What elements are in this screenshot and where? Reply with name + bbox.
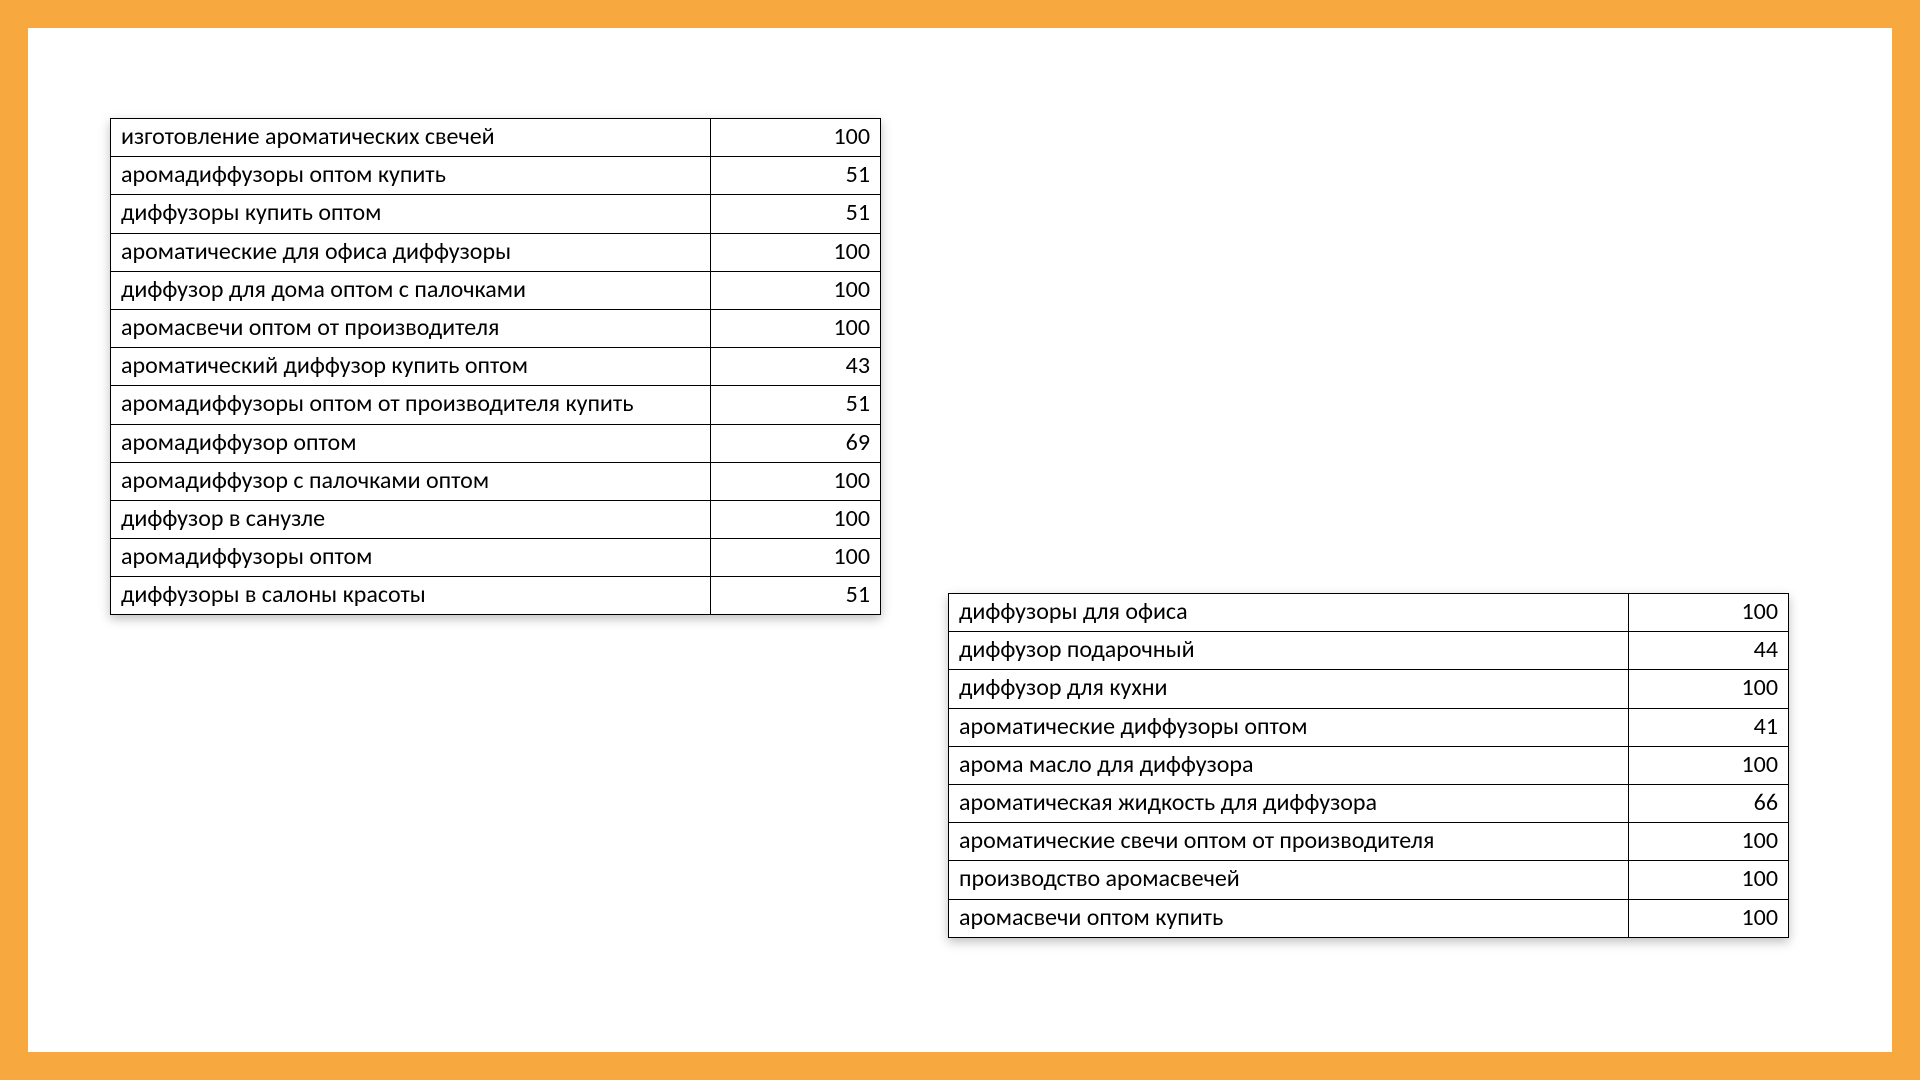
table-body: диффузоры для офиса100диффузор подарочны… bbox=[949, 594, 1789, 938]
value-cell: 51 bbox=[711, 157, 881, 195]
keyword-cell: аромасвечи оптом от производителя bbox=[111, 309, 711, 347]
value-cell: 100 bbox=[1629, 746, 1789, 784]
table-row: производство аромасвечей100 bbox=[949, 861, 1789, 899]
keyword-table-left: изготовление ароматических свечей100аром… bbox=[110, 118, 881, 615]
table-row: аромадиффузоры оптом100 bbox=[111, 539, 881, 577]
table-row: аромадиффузор с палочками оптом100 bbox=[111, 462, 881, 500]
keyword-cell: аромасвечи оптом купить bbox=[949, 899, 1629, 937]
table-row: ароматическая жидкость для диффузора66 bbox=[949, 784, 1789, 822]
table-row: аромадиффузор оптом69 bbox=[111, 424, 881, 462]
table-row: диффузор в санузле100 bbox=[111, 500, 881, 538]
slide-frame: изготовление ароматических свечей100аром… bbox=[0, 0, 1920, 1080]
keyword-cell: диффузор в санузле bbox=[111, 500, 711, 538]
value-cell: 100 bbox=[711, 500, 881, 538]
value-cell: 43 bbox=[711, 348, 881, 386]
value-cell: 51 bbox=[711, 577, 881, 615]
keyword-table-right: диффузоры для офиса100диффузор подарочны… bbox=[948, 593, 1789, 938]
table-body: изготовление ароматических свечей100аром… bbox=[111, 119, 881, 615]
value-cell: 100 bbox=[1629, 899, 1789, 937]
keyword-cell: аромадиффузор оптом bbox=[111, 424, 711, 462]
keyword-cell: диффузор для дома оптом с палочками bbox=[111, 271, 711, 309]
table-row: аромасвечи оптом от производителя100 bbox=[111, 309, 881, 347]
table-row: диффузор для дома оптом с палочками100 bbox=[111, 271, 881, 309]
table-row: аромадиффузоры оптом купить51 bbox=[111, 157, 881, 195]
keyword-cell: ароматический диффузор купить оптом bbox=[111, 348, 711, 386]
value-cell: 100 bbox=[711, 309, 881, 347]
keyword-cell: диффузоры для офиса bbox=[949, 594, 1629, 632]
value-cell: 100 bbox=[711, 119, 881, 157]
value-cell: 100 bbox=[711, 462, 881, 500]
value-cell: 44 bbox=[1629, 632, 1789, 670]
value-cell: 100 bbox=[1629, 594, 1789, 632]
keyword-cell: аромадиффузоры оптом купить bbox=[111, 157, 711, 195]
keyword-cell: аромадиффузоры оптом от производителя ку… bbox=[111, 386, 711, 424]
value-cell: 100 bbox=[711, 271, 881, 309]
keyword-cell: ароматические для офиса диффузоры bbox=[111, 233, 711, 271]
keyword-cell: диффузор подарочный bbox=[949, 632, 1629, 670]
table-row: изготовление ароматических свечей100 bbox=[111, 119, 881, 157]
keyword-cell: ароматические диффузоры оптом bbox=[949, 708, 1629, 746]
value-cell: 51 bbox=[711, 386, 881, 424]
value-cell: 100 bbox=[1629, 670, 1789, 708]
value-cell: 66 bbox=[1629, 784, 1789, 822]
value-cell: 100 bbox=[1629, 823, 1789, 861]
table-row: ароматические для офиса диффузоры100 bbox=[111, 233, 881, 271]
keyword-cell: аромадиффузоры оптом bbox=[111, 539, 711, 577]
table-row: арома масло для диффузора100 bbox=[949, 746, 1789, 784]
table-row: диффузоры для офиса100 bbox=[949, 594, 1789, 632]
table-row: аромадиффузоры оптом от производителя ку… bbox=[111, 386, 881, 424]
value-cell: 69 bbox=[711, 424, 881, 462]
keyword-cell: ароматическая жидкость для диффузора bbox=[949, 784, 1629, 822]
value-cell: 100 bbox=[1629, 861, 1789, 899]
table-row: ароматический диффузор купить оптом43 bbox=[111, 348, 881, 386]
keyword-cell: ароматические свечи оптом от производите… bbox=[949, 823, 1629, 861]
table-row: диффузор подарочный44 bbox=[949, 632, 1789, 670]
keyword-cell: изготовление ароматических свечей bbox=[111, 119, 711, 157]
keyword-cell: диффузоры в салоны красоты bbox=[111, 577, 711, 615]
table-row: ароматические свечи оптом от производите… bbox=[949, 823, 1789, 861]
keyword-cell: аромадиффузор с палочками оптом bbox=[111, 462, 711, 500]
value-cell: 100 bbox=[711, 539, 881, 577]
table-row: диффузоры в салоны красоты51 bbox=[111, 577, 881, 615]
table-row: диффузор для кухни100 bbox=[949, 670, 1789, 708]
keyword-cell: диффузоры купить оптом bbox=[111, 195, 711, 233]
value-cell: 41 bbox=[1629, 708, 1789, 746]
value-cell: 100 bbox=[711, 233, 881, 271]
keyword-cell: арома масло для диффузора bbox=[949, 746, 1629, 784]
value-cell: 51 bbox=[711, 195, 881, 233]
keyword-cell: диффузор для кухни bbox=[949, 670, 1629, 708]
table-row: ароматические диффузоры оптом41 bbox=[949, 708, 1789, 746]
table-row: аромасвечи оптом купить100 bbox=[949, 899, 1789, 937]
table-row: диффузоры купить оптом51 bbox=[111, 195, 881, 233]
keyword-cell: производство аромасвечей bbox=[949, 861, 1629, 899]
